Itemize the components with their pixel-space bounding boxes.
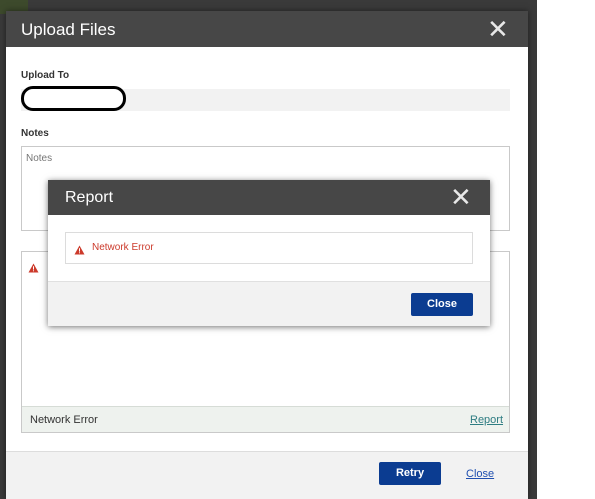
close-icon[interactable]: ✕ xyxy=(487,16,509,42)
file-status-bar: Network Error Report xyxy=(22,406,509,432)
notes-label: Notes xyxy=(21,128,49,139)
report-dialog-body: Network Error xyxy=(48,215,490,281)
report-dialog-title: Report xyxy=(65,189,114,206)
upload-dialog-title: Upload Files xyxy=(21,20,116,39)
upload-dialog-footer: Retry Close xyxy=(6,451,528,499)
error-message: Network Error xyxy=(92,242,154,253)
retry-button[interactable]: Retry xyxy=(379,462,441,485)
error-message-box: Network Error xyxy=(65,232,473,264)
warning-icon xyxy=(74,242,85,260)
report-link[interactable]: Report xyxy=(470,414,503,426)
upload-to-label: Upload To xyxy=(21,70,70,81)
file-status-text: Network Error xyxy=(30,414,98,426)
report-dialog-footer: Close xyxy=(48,281,490,326)
warning-icon xyxy=(28,260,39,278)
report-dialog: Report ✕ Network Error Close xyxy=(48,180,490,326)
close-link[interactable]: Close xyxy=(466,468,494,480)
upload-dialog-header: Upload Files ✕ xyxy=(6,11,528,47)
report-dialog-header: Report ✕ xyxy=(48,180,490,215)
close-button[interactable]: Close xyxy=(411,293,473,316)
redaction-mark xyxy=(21,86,126,111)
close-icon[interactable]: ✕ xyxy=(450,184,472,210)
